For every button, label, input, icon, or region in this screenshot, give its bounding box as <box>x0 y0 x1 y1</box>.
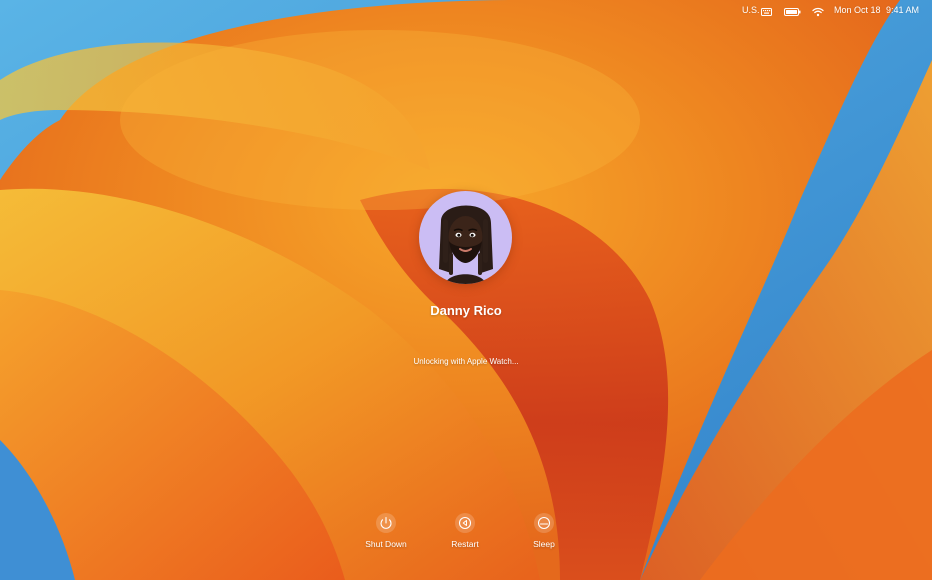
sleep-button[interactable]: Sleep <box>509 513 579 557</box>
menubar-time[interactable]: 9:41 AM <box>886 3 919 17</box>
menubar-date[interactable]: Mon Oct 18 <box>834 3 881 17</box>
keyboard-icon <box>761 4 772 22</box>
restart-icon <box>455 513 475 533</box>
sleep-label: Sleep <box>509 539 579 549</box>
restart-button-circle[interactable] <box>455 513 475 533</box>
menu-bar: U.S. Mon Oct 18 9:41 AM <box>0 0 932 20</box>
power-button-circle[interactable] <box>376 513 396 533</box>
battery-icon[interactable] <box>784 4 801 22</box>
sleep-icon <box>534 513 554 533</box>
user-avatar[interactable] <box>419 191 512 284</box>
sleep-button-circle[interactable] <box>534 513 554 533</box>
memoji-avatar-icon <box>419 191 512 284</box>
shut-down-label: Shut Down <box>351 539 421 549</box>
desktop-wallpaper <box>0 0 932 580</box>
input-source-label[interactable]: U.S. <box>742 3 760 17</box>
power-icon <box>376 513 396 533</box>
restart-button[interactable]: Restart <box>430 513 500 557</box>
restart-label: Restart <box>430 539 500 549</box>
user-name: Danny Rico <box>0 303 932 318</box>
unlock-status-text: Unlocking with Apple Watch... <box>0 357 932 366</box>
shut-down-button[interactable]: Shut Down <box>351 513 421 557</box>
wifi-icon[interactable] <box>812 4 824 22</box>
